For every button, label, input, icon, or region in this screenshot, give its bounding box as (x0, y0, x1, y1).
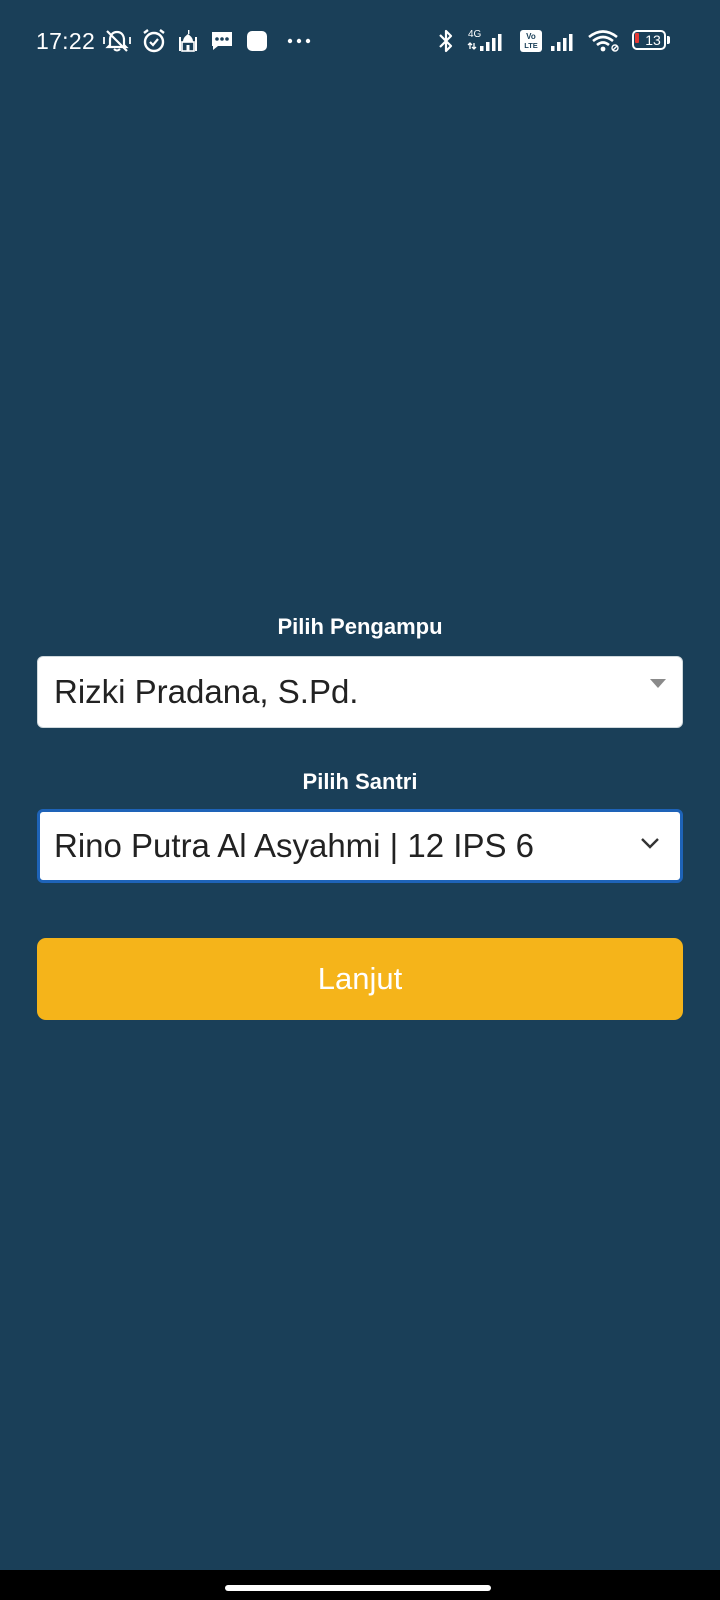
lanjut-button[interactable]: Lanjut (37, 938, 683, 1020)
battery-level: 13 (645, 32, 661, 48)
navigation-bar (0, 1570, 720, 1600)
svg-text:LTE: LTE (524, 41, 538, 50)
message-icon (208, 26, 236, 56)
wifi-icon (586, 26, 622, 56)
pengampu-label: Pilih Pengampu (277, 614, 443, 639)
mosque-icon (176, 26, 200, 56)
mute-vibrate-icon (102, 26, 132, 56)
battery-icon: 13 (632, 30, 672, 52)
bluetooth-icon (434, 26, 458, 56)
santri-label: Pilih Santri (302, 769, 418, 794)
status-time: 17:22 (36, 28, 96, 54)
santri-select[interactable]: Rino Putra Al Asyahmi | 12 IPS 6 (37, 809, 683, 883)
more-icon (284, 26, 314, 56)
santri-select-value: Rino Putra Al Asyahmi | 12 IPS 6 (54, 827, 534, 864)
alarm-icon (140, 26, 168, 56)
signal-icon (548, 26, 578, 56)
dropdown-caret-icon (650, 679, 666, 688)
network-label: 4G (468, 29, 482, 40)
home-indicator[interactable] (225, 1585, 491, 1591)
volte-icon: Vo LTE (518, 26, 544, 56)
chevron-down-icon (640, 836, 660, 854)
app-icon (244, 26, 270, 56)
svg-text:Vo: Vo (526, 32, 536, 41)
battery-low-fill (635, 33, 639, 43)
status-bar: 17:22 4G Vo LTE 13 (0, 0, 720, 84)
signal-4g-icon: 4G (466, 26, 512, 56)
pengampu-select[interactable]: Rizki Pradana, S.Pd. (37, 656, 683, 728)
pengampu-select-value: Rizki Pradana, S.Pd. (54, 673, 359, 710)
